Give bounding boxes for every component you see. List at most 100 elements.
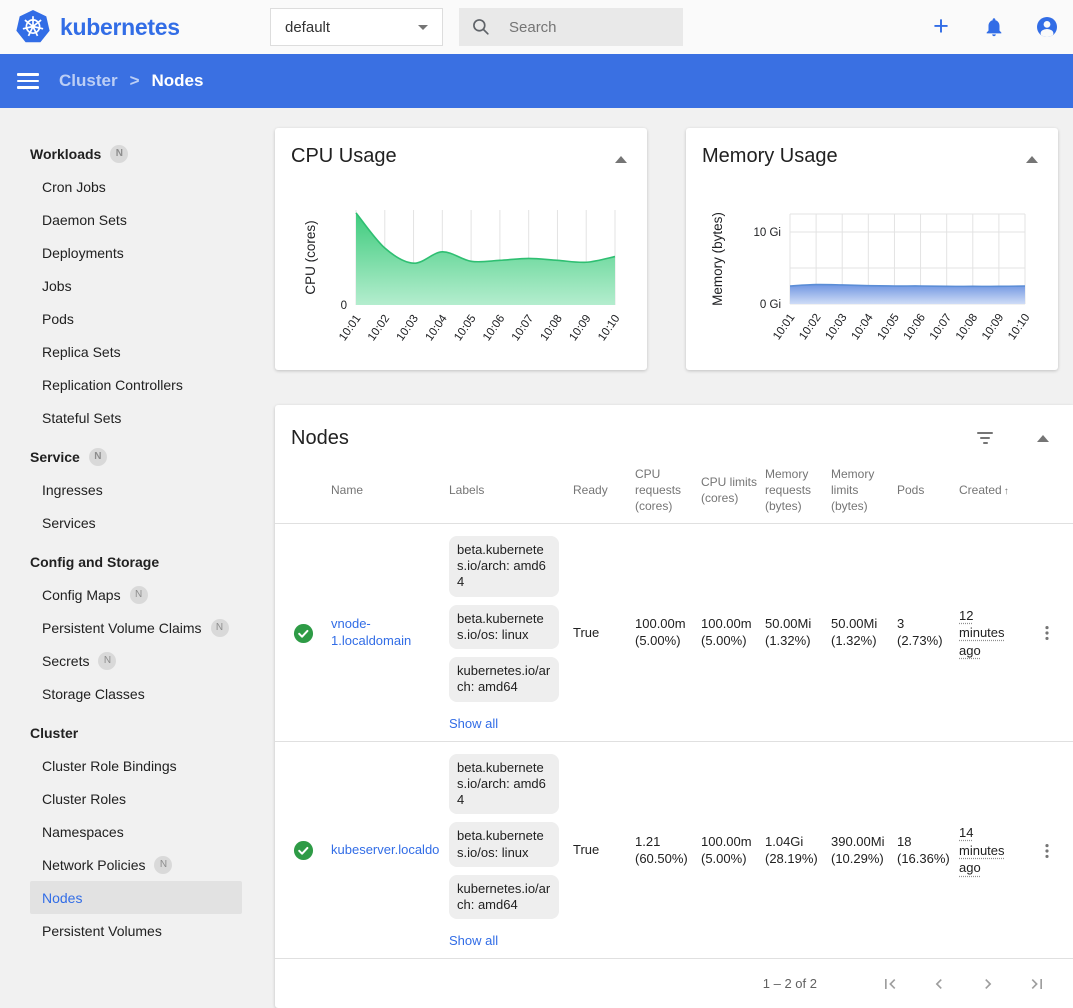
kubernetes-helm-icon [16,10,50,44]
sidebar-group-label-config-and-storage[interactable]: Config and Storage [30,545,262,578]
notifications-button[interactable] [982,15,1006,39]
previous-page-button[interactable] [927,972,951,996]
chevron-down-icon [418,25,428,30]
memory-requests-cell: 50.00Mi(1.32%) [765,616,831,650]
next-page-button[interactable] [976,972,1000,996]
sidebar-item-persistent-volume-claims[interactable]: Persistent Volume ClaimsN [30,611,242,644]
sidebar-group-text: Service [30,449,80,465]
sidebar-group-text: Workloads [30,146,101,162]
first-page-button[interactable] [878,972,902,996]
nodes-table-title: Nodes [291,427,349,450]
new-badge: N [98,652,116,670]
svg-text:10:01: 10:01 [337,313,363,343]
sidebar-group-label-service[interactable]: ServiceN [30,440,262,473]
menu-icon[interactable] [17,69,39,93]
sidebar-item-ingresses[interactable]: Ingresses [30,473,242,506]
node-name-link[interactable]: kubeserver.localdo [331,842,441,859]
sidebar-group-label-workloads[interactable]: WorkloadsN [30,137,262,170]
show-all-link[interactable]: Show all [449,933,498,950]
pagination-range: 1 – 2 of 2 [763,976,817,991]
chevron-left-icon [929,974,949,994]
node-labels-cell: beta.kubernetes.io/arch: amd64beta.kuber… [449,752,573,951]
search-input[interactable] [507,18,647,37]
cpu-limits-cell: 100.00m(5.00%) [701,834,765,868]
sidebar-item-network-policies[interactable]: Network PoliciesN [30,848,242,881]
account-button[interactable] [1035,15,1059,39]
namespace-select[interactable]: default [270,8,443,46]
create-button[interactable]: + [929,15,953,39]
svg-text:10:05: 10:05 [452,313,478,343]
sidebar-item-daemon-sets[interactable]: Daemon Sets [30,203,242,236]
sidebar-item-persistent-volumes[interactable]: Persistent Volumes [30,914,242,947]
column-header-name[interactable]: Name [331,483,449,499]
sidebar-item-namespaces[interactable]: Namespaces [30,815,242,848]
brand-wordmark: kubernetes [60,14,180,41]
sidebar-item-storage-classes[interactable]: Storage Classes [30,677,242,710]
kebab-menu-icon [1037,622,1057,644]
sidebar-item-services[interactable]: Services [30,506,242,539]
sidebar-item-secrets[interactable]: SecretsN [30,644,242,677]
node-status-cell [291,840,331,861]
column-header-labels[interactable]: Labels [449,483,573,499]
column-header-cpu-limits-cores[interactable]: CPU limits (cores) [701,475,765,507]
sidebar-item-replica-sets[interactable]: Replica Sets [30,335,242,368]
kubernetes-logo[interactable]: kubernetes [16,10,180,44]
table-row-kubeserver-localdo: kubeserver.localdo beta.kubernetes.io/arc… [275,742,1073,960]
pods-cell: 18(16.36%) [897,834,959,868]
show-all-link[interactable]: Show all [449,716,498,733]
sidebar-item-pods[interactable]: Pods [30,302,242,335]
sidebar-item-cron-jobs[interactable]: Cron Jobs [30,170,242,203]
sidebar-item-label: Pods [42,311,74,327]
pods-cell: 3(2.73%) [897,616,959,650]
svg-text:10 Gi: 10 Gi [754,227,782,239]
sidebar-group-text: Config and Storage [30,554,159,570]
row-menu-button[interactable] [1029,622,1073,644]
svg-text:10:06: 10:06 [902,312,928,342]
sidebar-item-label: Daemon Sets [42,212,127,228]
breadcrumb-cluster[interactable]: Cluster [59,71,118,91]
sidebar-item-jobs[interactable]: Jobs [30,269,242,302]
sidebar-item-cluster-roles[interactable]: Cluster Roles [30,782,242,815]
label-chip: beta.kubernetes.io/os: linux [449,822,559,867]
main-content: CPU Usage 010:0110:0210:0310:0410:0510:0… [275,108,1073,963]
filter-icon[interactable] [975,430,995,446]
last-page-button[interactable] [1025,972,1049,996]
label-chip: beta.kubernetes.io/arch: amd64 [449,536,559,597]
search-box[interactable] [459,8,683,46]
new-badge: N [154,856,172,874]
node-name-cell: vnode-1.localdomain [331,616,449,650]
svg-text:10:05: 10:05 [876,312,902,342]
column-header-pods[interactable]: Pods [897,483,959,499]
sidebar-group-label-cluster[interactable]: Cluster [30,716,262,749]
column-header-memory-limits-bytes[interactable]: Memory limits (bytes) [831,467,897,515]
svg-text:10:10: 10:10 [1006,312,1032,342]
svg-text:10:03: 10:03 [823,312,849,342]
breadcrumb: Cluster > Nodes [59,71,203,91]
column-header-cpu-requests-cores[interactable]: CPU requests (cores) [635,467,701,515]
memory-usage-title: Memory Usage [702,145,838,168]
cpu-requests-cell: 1.21(60.50%) [635,834,701,868]
svg-text:10:02: 10:02 [797,312,823,342]
sort-ascending-icon: ↑ [1004,486,1009,497]
column-header-memory-requests-bytes[interactable]: Memory requests (bytes) [765,467,831,515]
collapse-caret-icon[interactable] [1037,435,1049,442]
sidebar-group-text: Cluster [30,725,78,741]
sidebar-item-label: Ingresses [42,482,103,498]
bell-icon [983,16,1005,38]
table-header-row: NameLabelsReadyCPU requests (cores)CPU l… [275,467,1073,524]
node-name-link[interactable]: vnode-1.localdomain [331,616,441,650]
sidebar-item-cluster-role-bindings[interactable]: Cluster Role Bindings [30,749,242,782]
sidebar-item-config-maps[interactable]: Config MapsN [30,578,242,611]
sidebar-item-label: Services [42,515,96,531]
new-badge: N [211,619,229,637]
column-header-ready[interactable]: Ready [573,483,635,499]
sidebar-group-workloads: WorkloadsNCron Jobs Daemon Sets Deployment… [0,137,262,434]
cpu-requests-cell: 100.00m(5.00%) [635,616,701,650]
sidebar-item-replication-controllers[interactable]: Replication Controllers [30,368,242,401]
column-header-created[interactable]: Created↑ [959,483,1029,499]
sidebar-item-stateful-sets[interactable]: Stateful Sets [30,401,242,434]
row-menu-button[interactable] [1029,840,1073,862]
sidebar-item-nodes[interactable]: Nodes [30,881,242,914]
sidebar-item-deployments[interactable]: Deployments [30,236,242,269]
last-page-icon [1027,974,1047,994]
